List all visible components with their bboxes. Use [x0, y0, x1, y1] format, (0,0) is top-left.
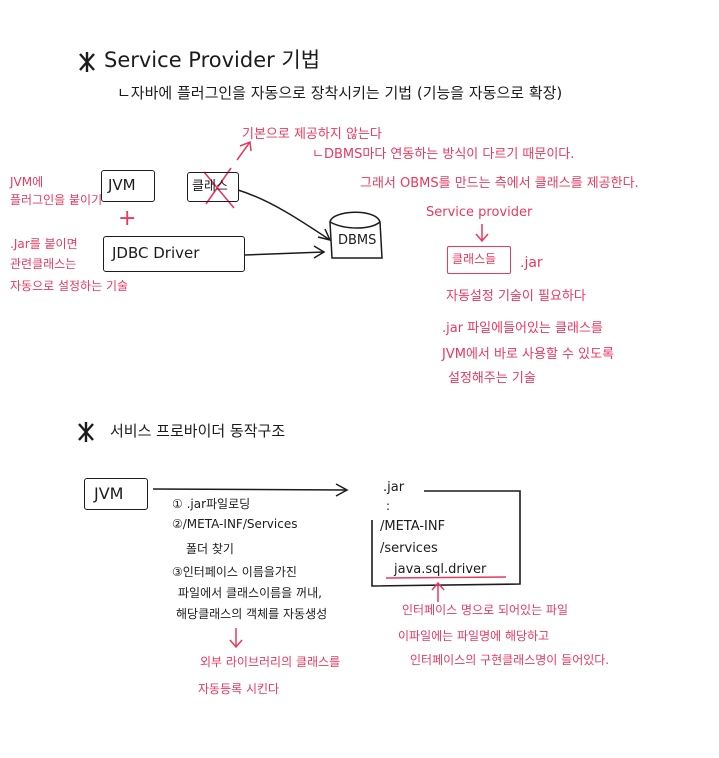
provide-note: 그래서 OBMS를 만드는 측에서 클래스를 제공한다.: [360, 176, 639, 191]
class-box: 클래스: [187, 172, 239, 202]
arrow-class-to-dbms: [237, 189, 332, 242]
jar-desc-line: .jar 파일에들어있는 클래스를: [442, 321, 603, 336]
step-line: ②/META-INF/Services: [172, 517, 298, 531]
arrow-jvm-to-jar: [152, 483, 349, 497]
diagram-connectors: [78, 52, 521, 649]
classes-box: 클래스들: [447, 246, 511, 274]
driver-underline: [385, 576, 507, 579]
jdbc-driver-label: JDBC Driver: [112, 244, 200, 262]
plus-sign: +: [118, 206, 137, 231]
reason-note: ㄴDBMS마다 연동하는 방식이 다르기 때문이다.: [312, 147, 575, 162]
step-line: 파일에서 클래스이름을 꺼내,: [178, 586, 322, 600]
jar-desc-line: 설정해주는 기술: [448, 371, 536, 386]
auto-setting-note: 자동설정 기술이 필요하다: [446, 289, 586, 304]
step-line: ① .jar파일로딩: [172, 497, 251, 511]
classes-box-label: 클래스들: [452, 252, 497, 266]
step-line: ③인터페이스 이름을가진: [172, 565, 297, 579]
jar-content-line: /META-INF: [380, 519, 446, 534]
driver-file-label: java.sql.driver: [394, 562, 487, 577]
lib-note-line: 자동등록 시킨다: [198, 682, 280, 696]
jar-note-line: .Jar를 붙이면: [10, 237, 78, 251]
section1-title: Service Provider 기법: [104, 48, 321, 72]
jar-content-line: :: [386, 499, 391, 513]
asterisk-icon: [79, 52, 95, 72]
top-note: 기본으로 제공하지 않는다: [242, 127, 382, 142]
section2-title: 서비스 프로바이더 동작구조: [110, 422, 286, 440]
arrow-down-to-lib: [229, 628, 243, 649]
jvm-label: JVM: [108, 176, 136, 194]
jar-label: .jar: [520, 255, 543, 271]
file-note-line: 인터페이스 명으로 되어있는 파일: [402, 603, 569, 617]
file-note-line: 이파일에는 파일명에 해당하고: [398, 629, 550, 643]
arrow-jdbc-to-dbms: [244, 245, 326, 259]
lib-note-line: 외부 라이브러리의 클래스를: [200, 655, 341, 669]
file-note-line: 인터페이스의 구현클래스명이 들어있다.: [410, 653, 610, 667]
left-note-line: 플러그인을 붙이기: [10, 193, 103, 207]
step-line: 해당클래스의 객체를 자동생성: [176, 607, 328, 621]
jar-note-line: 관련클래스는: [10, 257, 77, 271]
jvm-box-2: JVM: [84, 478, 148, 510]
diagram-canvas: Service Provider 기법 ㄴ자바에 플러그인을 자동으로 장착시키…: [0, 0, 719, 758]
arrow-to-note: [236, 140, 252, 161]
jar-content-line: .jar: [383, 480, 405, 495]
jvm-box: JVM: [101, 170, 155, 202]
jdbc-driver-box: JDBC Driver: [103, 236, 245, 272]
jvm-label-2: JVM: [94, 484, 124, 503]
left-note-line: JVM에: [10, 175, 44, 189]
section1-subtitle: ㄴ자바에 플러그인을 자동으로 장착시키는 기법 (기능을 자동으로 확장): [117, 84, 563, 102]
asterisk-icon: [78, 422, 94, 442]
dbms-label: DBMS: [338, 233, 377, 248]
class-box-label: 클래스: [192, 179, 228, 194]
jar-desc-line: JVM에서 바로 사용할 수 있도록: [442, 347, 615, 362]
step-line: 폴더 찾기: [186, 542, 234, 556]
jar-note-line: 자동으로 설정하는 기술: [10, 279, 129, 293]
arrow-down-to-classes: [475, 224, 489, 243]
service-provider-label: Service provider: [426, 205, 533, 220]
jar-content-line: /services: [380, 541, 438, 556]
